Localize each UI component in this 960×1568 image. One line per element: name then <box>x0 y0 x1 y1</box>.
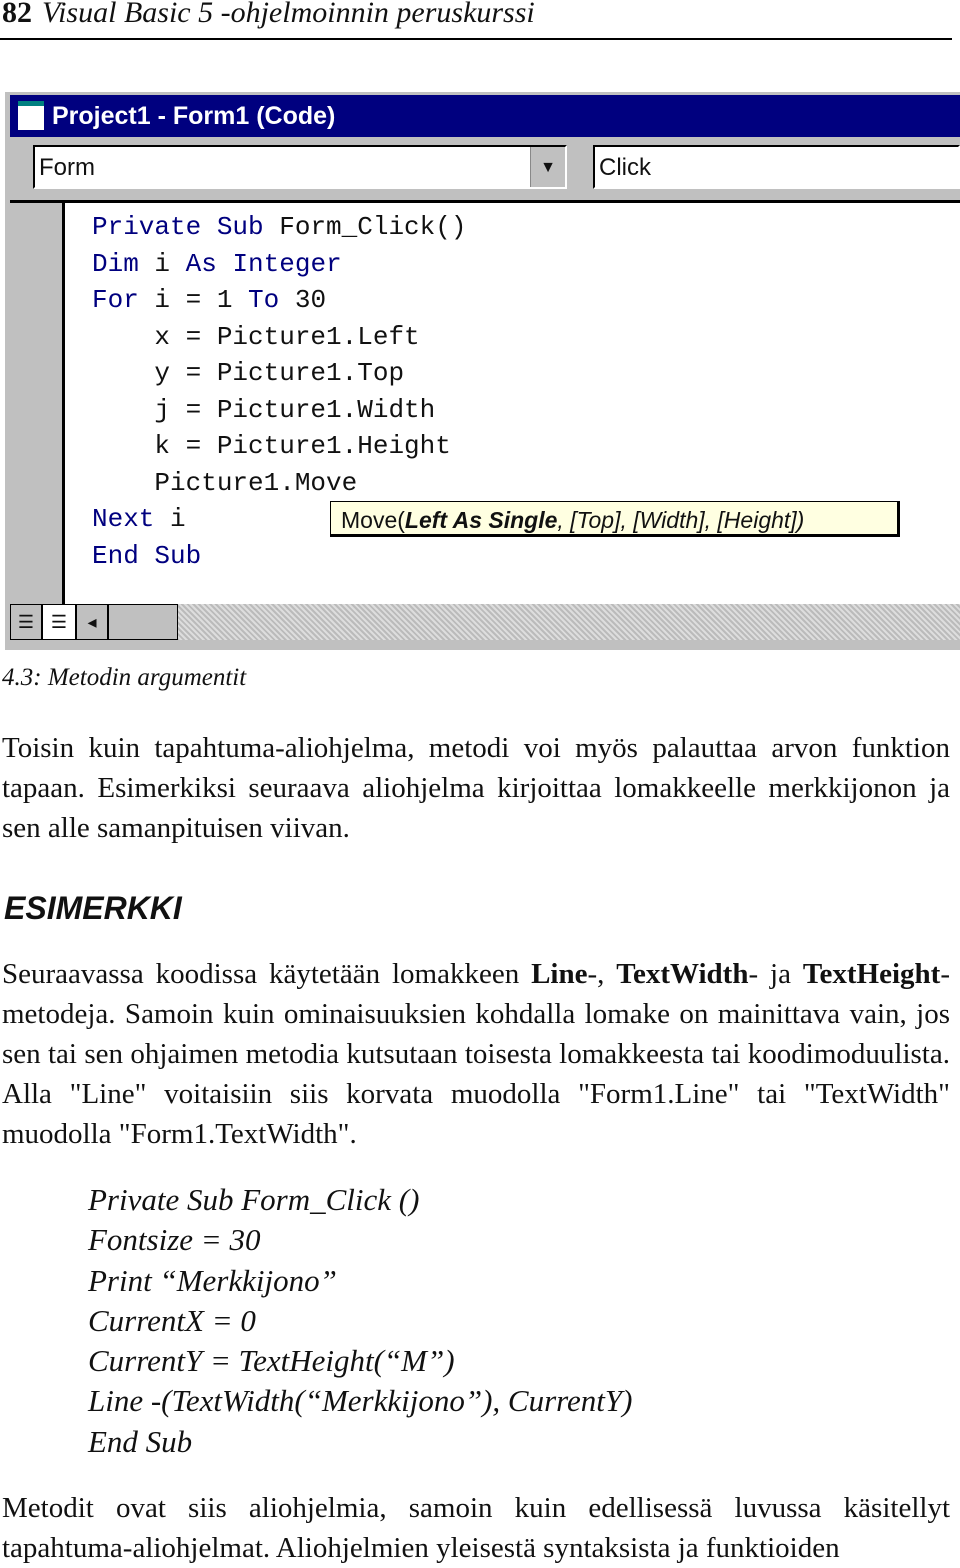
code-token: End Sub <box>92 540 202 571</box>
page-number: 82 <box>2 0 32 29</box>
code-line: For i = 1 To 30 <box>92 282 466 319</box>
paragraph: Metodit ovat siis aliohjelmia, samoin ku… <box>2 1492 950 1564</box>
code-line: Dim i As Integer <box>92 246 466 283</box>
code-token: Picture1.Move <box>92 467 358 498</box>
book-title: Visual Basic 5 -ohjelmoinnin peruskurssi <box>42 0 535 29</box>
title-bar[interactable]: Project1 - Form1 (Code) <box>10 95 960 137</box>
code-line: x = Picture1.Left <box>92 319 466 356</box>
window-title: Project1 - Form1 (Code) <box>52 102 336 130</box>
example-code-line: Fontsize = 30 <box>88 1222 261 1258</box>
horizontal-scrollbar[interactable]: ☰ ☰ ◂ <box>10 604 960 640</box>
scroll-left-icon[interactable]: ◂ <box>76 604 108 640</box>
procedure-combo[interactable]: Click <box>593 145 960 189</box>
code-token: y = Picture1.Top <box>92 358 405 388</box>
code-token: Next <box>92 504 171 534</box>
code-line: Private Sub Form_Click() <box>92 209 466 246</box>
code-token: i = 1 <box>154 285 249 315</box>
code-token: Dim <box>92 248 155 279</box>
quick-info-tooltip: Move(Left As Single, [Top], [Width], [He… <box>330 501 900 537</box>
example-code: Private Sub Form_Click () Fontsize = 30 Pr… <box>88 1180 632 1462</box>
code-token: i <box>170 504 186 534</box>
full-module-view-icon[interactable]: ☰ <box>42 604 76 640</box>
procedure-combo-value: Click <box>599 154 651 181</box>
code-line: End Sub <box>92 538 466 575</box>
code-token: x = Picture1.Left <box>92 321 420 352</box>
code-token: j = Picture1.Width <box>92 394 436 425</box>
text-run: Seuraavassa koodissa käytetään lomakkeen <box>2 958 532 990</box>
code-token: To <box>248 285 295 315</box>
tooltip-prefix: Move( <box>341 507 405 533</box>
text-run: -, <box>587 958 617 990</box>
code-token: Form_Click() <box>279 212 467 242</box>
code-line: j = Picture1.Width <box>92 392 466 429</box>
margin-indicator-bar <box>10 203 65 605</box>
example-code-line: Line -(TextWidth(“Merkkijono”), CurrentY… <box>88 1383 633 1419</box>
code-token: For <box>92 285 155 315</box>
text-run: TextWidth <box>616 958 749 990</box>
text-run: - ja <box>748 958 803 990</box>
object-combo-value: Form <box>39 154 95 181</box>
example-code-line: CurrentX = 0 <box>88 1302 256 1338</box>
text-run: TextHeight <box>802 958 941 990</box>
scroll-thumb[interactable] <box>108 604 178 640</box>
example-code-line: Private Sub Form_Click () <box>88 1182 420 1217</box>
code-token: i <box>154 248 186 279</box>
code-token: Private Sub <box>92 212 280 242</box>
code-token: As Integer <box>185 248 342 279</box>
code-token: k = Picture1.Height <box>92 431 451 461</box>
code-token: 30 <box>294 285 327 315</box>
code-line: Picture1.Move <box>92 465 466 502</box>
figure-caption: 4.3: Metodin argumentit <box>2 664 247 691</box>
example-code-line: CurrentY = TextHeight(“M”) <box>88 1343 455 1379</box>
procedure-view-icon[interactable]: ☰ <box>10 604 42 640</box>
tooltip-rest: , [Top], [Width], [Height]) <box>557 507 805 533</box>
section-heading: ESIMERKKI <box>4 890 182 926</box>
text-run: Line <box>531 958 588 990</box>
page-header: 82 Visual Basic 5 -ohjelmoinnin peruskurs… <box>2 0 535 30</box>
code-window: Project1 - Form1 (Code) Form ▼ Click Priv… <box>5 92 960 650</box>
tooltip-current-arg: Left As Single <box>404 507 558 533</box>
object-combo[interactable]: Form ▼ <box>33 145 567 189</box>
paragraph: Seuraavassa koodissa käytetään lomakkeen… <box>2 954 950 1154</box>
paragraph: Toisin kuin tapahtuma-aliohjelma, metodi… <box>2 732 950 844</box>
code-editor[interactable]: Private Sub Form_Click() Dim i As Integer… <box>10 200 960 605</box>
example-code-line: Print “Merkkijono” <box>88 1262 337 1298</box>
code-line: y = Picture1.Top <box>92 355 466 392</box>
example-code-line: End Sub <box>88 1423 193 1459</box>
chevron-down-icon[interactable]: ▼ <box>530 147 565 187</box>
header-rule <box>0 38 952 40</box>
code-line: k = Picture1.Height <box>92 428 466 465</box>
form-icon <box>18 100 44 130</box>
